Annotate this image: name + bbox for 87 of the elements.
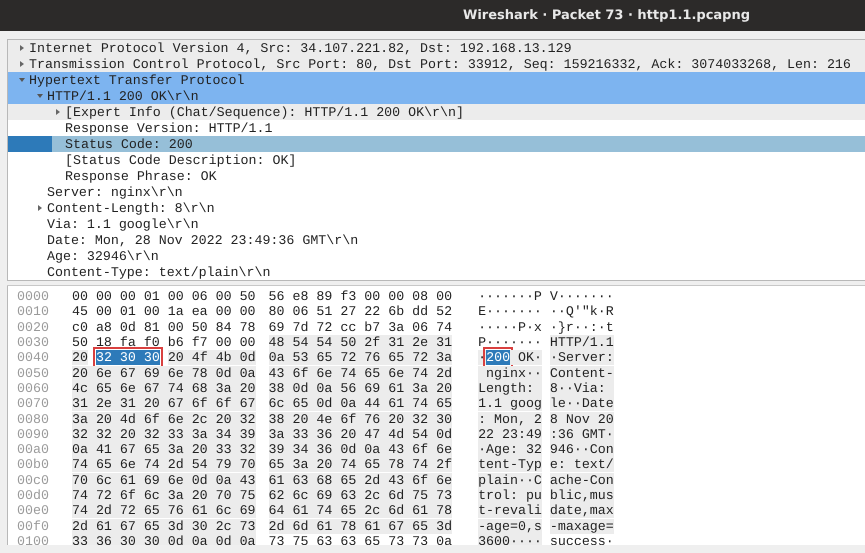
tree-row[interactable]: Hypertext Transfer Protocol [8, 72, 865, 88]
expand-arrow-icon[interactable] [38, 205, 42, 211]
ascii-text: ache-Con [550, 472, 614, 488]
hex-bytes: 70 6c 61 69 6e 0d 0a 43 [72, 472, 256, 488]
hex-bytes: 32 30 30 [96, 350, 160, 366]
byte-offset: 0070 [17, 396, 50, 412]
byte-offset: 0010 [17, 304, 50, 320]
byte-offset: 0100 [17, 534, 50, 545]
byte-offset: 00c0 [17, 472, 50, 488]
ascii-text: plain··C [478, 472, 542, 488]
ascii-text: 8··Via: [550, 380, 614, 396]
ascii-text: 1.1 goog [478, 396, 542, 412]
hex-bytes: 43 6f 6e 74 65 6e 74 2d [268, 366, 452, 381]
ascii-text: HTTP/1.1 [550, 335, 614, 350]
expand-arrow-icon[interactable] [20, 61, 24, 67]
tree-row[interactable]: Status Code: 200 [8, 136, 865, 152]
byte-offset: 0050 [17, 366, 50, 381]
byte-offset: 0090 [17, 426, 50, 442]
hex-bytes: 20 [72, 350, 88, 366]
ascii-text: trol: pu [478, 488, 542, 503]
hex-bytes: 74 72 6f 6c 3a 20 70 75 [72, 488, 256, 503]
ascii-text: Length: [478, 380, 542, 396]
collapse-arrow-icon[interactable] [37, 94, 43, 98]
hex-bytes: 0a 53 65 72 76 65 72 3a [268, 350, 452, 366]
window-title: Wireshark · Packet 73 · http1.1.pcapng [463, 8, 750, 23]
ascii-text: -maxage= [550, 518, 614, 534]
hex-bytes: 73 75 63 63 65 73 73 0a [268, 534, 452, 545]
ascii-text: 8 Nov 20 [550, 412, 614, 427]
tree-row[interactable]: Transmission Control Protocol, Src Port: 80, Dst Port: 33912, Seq: 159216332, Ack: 3074033268, Len: 216 [8, 56, 865, 72]
tree-row[interactable]: Internet Protocol Version 4, Src: 34.107.221.82, Dst: 192.168.13.129 [8, 40, 865, 56]
hex-bytes: 3a 20 4d 6f 6e 2c 20 32 [72, 412, 256, 427]
hex-bytes: 64 61 74 65 2c 6d 61 78 [268, 503, 452, 518]
collapse-arrow-icon[interactable] [19, 78, 25, 82]
byte-offset: 0060 [17, 380, 50, 396]
hex-bytes: 2d 6d 61 78 61 67 65 3d [268, 518, 452, 534]
hex-bytes: 74 65 6e 74 2d 54 79 70 [72, 457, 256, 472]
byte-offset: 0030 [17, 335, 50, 350]
tree-row[interactable]: [Expert Info (Chat/Sequence): HTTP/1.1 200 OK\r\n] [8, 104, 865, 120]
byte-offset: 0080 [17, 412, 50, 427]
byte-offset: 0020 [17, 320, 50, 335]
hex-bytes: 2d 61 67 65 3d 30 2c 73 [72, 518, 256, 534]
hex-bytes: 3a 33 36 20 47 4d 54 0d [268, 426, 452, 442]
hex-bytes: 32 32 20 32 33 3a 34 39 [72, 426, 256, 442]
hex-bytes: 0a 41 67 65 3a 20 33 32 [72, 442, 256, 458]
ascii-text: ·Age: 32 [478, 442, 542, 458]
byte-offset: 00e0 [17, 503, 50, 518]
ascii-text: 22 23:49 [478, 426, 542, 442]
ascii-text: :36 GMT· [550, 426, 614, 442]
ascii-text: blic,mus [550, 488, 614, 503]
byte-offset: 00d0 [17, 488, 50, 503]
ascii-text: 3600···· [478, 534, 542, 545]
ascii-text: e: text/ [550, 457, 614, 472]
ascii-text: tent-Typ [478, 457, 542, 472]
ascii-text: t-revali [478, 503, 542, 518]
tree-row[interactable]: HTTP/1.1 200 OK\r\n [8, 88, 865, 104]
ascii-text: -age=0,s [478, 518, 542, 534]
hex-bytes: 6c 65 0d 0a 44 61 74 65 [268, 396, 452, 412]
hex-bytes: 20 4f 4b 0d [168, 350, 256, 366]
hex-bytes: 20 6e 67 69 6e 78 0d 0a [72, 366, 256, 381]
hex-bytes: 50 18 fa f0 b6 f7 00 00 [72, 335, 256, 350]
ascii-text: date,max [550, 503, 614, 518]
ascii-text: : Mon, 2 [478, 412, 542, 427]
byte-offset: 00f0 [17, 518, 50, 534]
expand-arrow-icon[interactable] [56, 109, 60, 115]
ascii-text: le··Date [550, 396, 614, 412]
byte-offset: 0040 [17, 350, 50, 366]
hex-bytes: 38 0d 0a 56 69 61 3a 20 [268, 380, 452, 396]
ascii-text: 946··Con [550, 442, 614, 458]
hex-bytes: 38 20 4e 6f 76 20 32 30 [268, 412, 452, 427]
hex-bytes: 65 3a 20 74 65 78 74 2f [268, 457, 452, 472]
hex-bytes: 4c 65 6e 67 74 68 3a 20 [72, 380, 256, 396]
ascii-text: 200 [486, 350, 510, 366]
hex-bytes: 62 6c 69 63 2c 6d 75 73 [268, 488, 452, 503]
hex-bytes: 39 34 36 0d 0a 43 6f 6e [268, 442, 452, 458]
ascii-text: OK· [510, 350, 542, 366]
byte-offset: 0000 [17, 289, 50, 304]
hex-bytes: 33 36 30 30 0d 0a 0d 0a [72, 534, 256, 545]
expand-arrow-icon[interactable] [20, 45, 24, 51]
hex-bytes: 61 63 68 65 2d 43 6f 6e [268, 472, 452, 488]
byte-offset: 00a0 [17, 442, 50, 458]
ascii-text: Content- [550, 366, 614, 381]
hex-bytes: 48 54 54 50 2f 31 2e 31 [268, 335, 452, 350]
hex-bytes: 74 2d 72 65 76 61 6c 69 [72, 503, 256, 518]
hex-bytes: 31 2e 31 20 67 6f 6f 67 [72, 396, 256, 412]
ascii-text: nginx·· [478, 366, 542, 381]
byte-offset: 00b0 [17, 457, 50, 472]
ascii-text: ·Server: [550, 350, 614, 366]
